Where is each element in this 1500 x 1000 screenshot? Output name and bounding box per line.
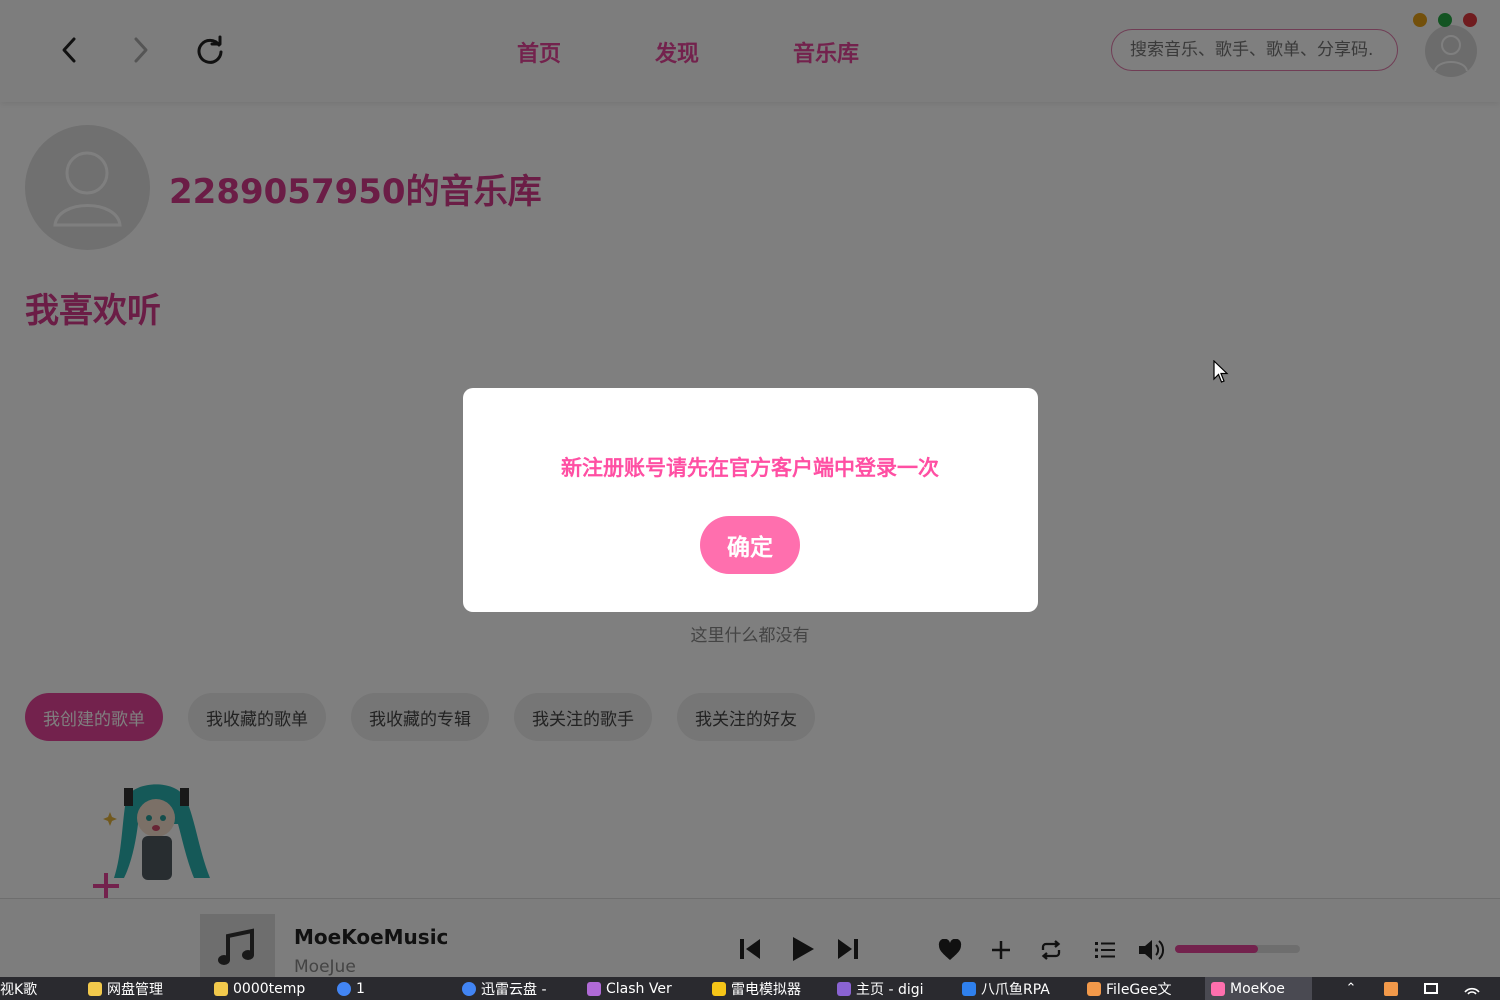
taskbar-item[interactable]: 0000temp xyxy=(214,977,305,1000)
filegee-icon xyxy=(1087,981,1101,996)
taskbar-item[interactable]: Clash Ver xyxy=(587,977,672,1000)
taskbar-item[interactable]: 八爪鱼RPA xyxy=(962,977,1050,1000)
os-taskbar: 视K歌 网盘管理 0000temp 1 迅雷云盘 - Clash Ver 雷电模… xyxy=(0,977,1500,1000)
taskbar-item-label: 主页 - digi xyxy=(856,981,924,998)
emulator-icon xyxy=(712,981,726,996)
monitor-icon[interactable] xyxy=(1421,979,1441,998)
moekoe-icon xyxy=(1211,981,1225,996)
alert-dialog xyxy=(463,388,1038,612)
taskbar-item[interactable]: 1 xyxy=(337,977,365,1000)
taskbar-item-label: MoeKoe xyxy=(1230,980,1285,997)
chrome-icon xyxy=(462,981,476,996)
taskbar-item[interactable]: 雷电模拟器 xyxy=(712,977,801,1000)
dialog-message: 新注册账号请先在官方客户端中登录一次 xyxy=(561,456,939,480)
wifi-signal-icon xyxy=(1464,987,1480,995)
rpa-icon xyxy=(962,981,976,996)
folder-icon xyxy=(88,981,102,996)
taskbar-item[interactable]: 迅雷云盘 - xyxy=(462,977,547,1000)
tray-app-icon[interactable] xyxy=(1382,979,1400,998)
chrome-icon xyxy=(337,981,351,996)
taskbar-item-label: 视K歌 xyxy=(0,981,38,998)
taskbar-item[interactable]: 主页 - digi xyxy=(837,977,924,1000)
wifi-icon[interactable] xyxy=(1462,979,1482,998)
cat-icon xyxy=(587,981,601,996)
mouse-cursor-icon xyxy=(1213,360,1229,383)
folder-icon xyxy=(214,981,228,996)
taskbar-item-label: Clash Ver xyxy=(606,980,672,997)
taskbar-item-label: 八爪鱼RPA xyxy=(981,981,1050,998)
taskbar-item[interactable]: 网盘管理 xyxy=(88,977,163,1000)
confirm-button[interactable]: 确定 xyxy=(700,516,800,574)
taskbar-item[interactable]: 视K歌 xyxy=(0,977,37,1000)
taskbar-item-label: FileGee文 xyxy=(1106,981,1172,998)
app-window: 首页 发现 音乐库 2289057950的音乐库 我喜欢听 这里什么都没有 我创… xyxy=(0,0,1500,977)
obsidian-icon xyxy=(837,981,851,996)
taskbar-item-label: 网盘管理 xyxy=(107,981,163,998)
taskbar-item-label: 雷电模拟器 xyxy=(731,981,801,998)
taskbar-item[interactable]: FileGee文 xyxy=(1087,977,1172,1000)
taskbar-item-label: 0000temp xyxy=(233,980,306,997)
taskbar-item-label: 迅雷云盘 - xyxy=(481,981,547,998)
taskbar-item-active[interactable]: MoeKoe xyxy=(1205,977,1312,1000)
chevron-up-icon[interactable]: ⌃ xyxy=(1342,979,1360,998)
taskbar-item-label: 1 xyxy=(356,980,365,997)
